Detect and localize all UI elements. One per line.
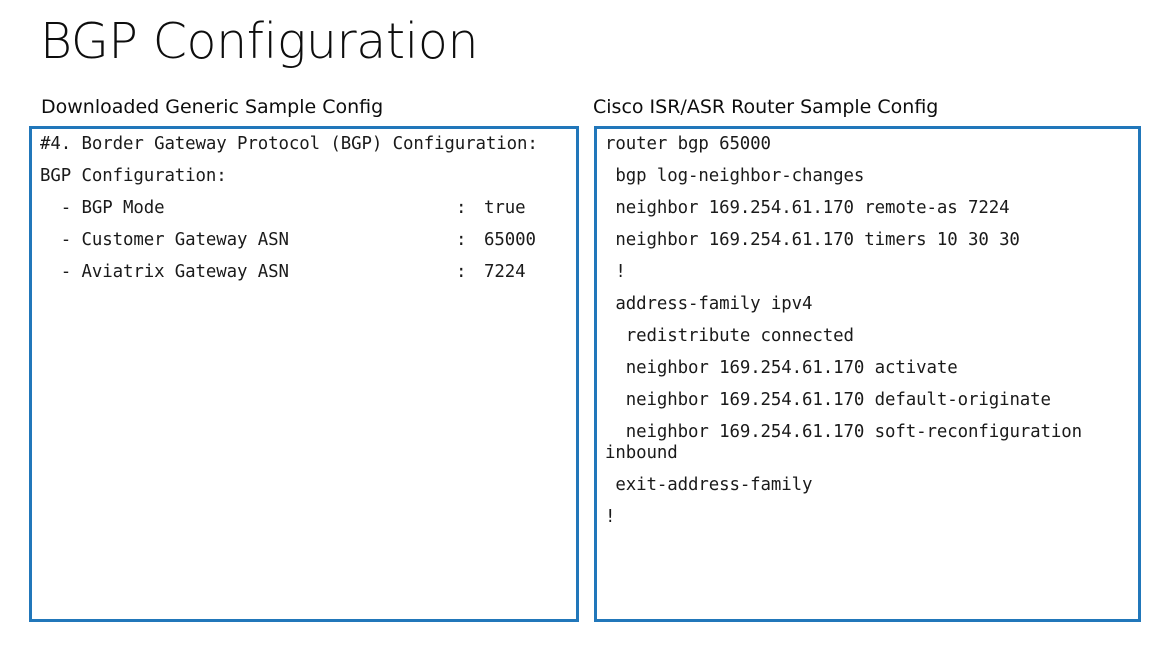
page-title: BGP Configuration xyxy=(40,13,479,70)
config-line: BGP Configuration: xyxy=(40,166,227,186)
config-line: neighbor 169.254.61.170 remote-as 7224 xyxy=(605,198,1010,218)
cisco-sample-config-box: router bgp 65000 bgp log-neighbor-change… xyxy=(594,126,1141,622)
config-kv-row: - Customer Gateway ASN : 65000 xyxy=(40,230,570,251)
cisco-config-content: router bgp 65000 bgp log-neighbor-change… xyxy=(597,129,1138,528)
config-line: neighbor 169.254.61.170 activate xyxy=(605,358,958,378)
config-line: ! xyxy=(605,262,626,282)
config-key: - Customer Gateway ASN xyxy=(40,230,289,250)
config-separator: : xyxy=(456,230,467,250)
config-separator: : xyxy=(456,262,467,282)
config-kv-row: - BGP Mode : true xyxy=(40,198,570,219)
config-line: address-family ipv4 xyxy=(605,294,813,314)
left-panel-heading: Downloaded Generic Sample Config xyxy=(41,96,384,118)
config-value: 65000 xyxy=(484,230,536,250)
config-line: #4. Border Gateway Protocol (BGP) Config… xyxy=(40,134,538,154)
config-key: - BGP Mode xyxy=(40,198,165,218)
generic-sample-config-box: #4. Border Gateway Protocol (BGP) Config… xyxy=(29,126,579,622)
generic-config-content: #4. Border Gateway Protocol (BGP) Config… xyxy=(32,129,576,283)
config-line: bgp log-neighbor-changes xyxy=(605,166,865,186)
config-line: neighbor 169.254.61.170 default-originat… xyxy=(605,390,1051,410)
slide-canvas: BGP Configuration Downloaded Generic Sam… xyxy=(0,0,1162,658)
config-line: ! xyxy=(605,507,616,527)
config-line: neighbor 169.254.61.170 soft-reconfigura… xyxy=(605,422,1093,463)
config-line: router bgp 65000 xyxy=(605,134,771,154)
config-value: 7224 xyxy=(484,262,526,282)
config-kv-row: - Aviatrix Gateway ASN : 7224 xyxy=(40,262,570,283)
config-value: true xyxy=(484,198,526,218)
config-line: redistribute connected xyxy=(605,326,854,346)
config-separator: : xyxy=(456,198,467,218)
right-panel-heading: Cisco ISR/ASR Router Sample Config xyxy=(593,96,939,118)
config-key: - Aviatrix Gateway ASN xyxy=(40,262,289,282)
config-line: neighbor 169.254.61.170 timers 10 30 30 xyxy=(605,230,1020,250)
config-line: exit-address-family xyxy=(605,475,813,495)
